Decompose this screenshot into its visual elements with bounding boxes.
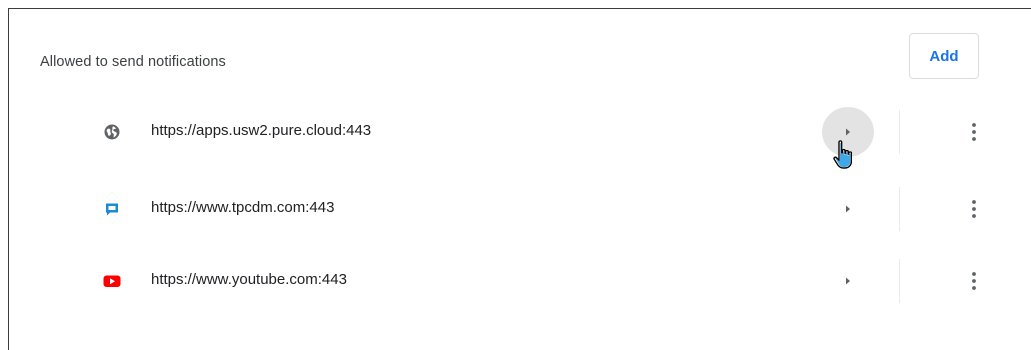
expand-site-details-button[interactable] (822, 184, 874, 234)
section-header: Allowed to send notifications Add (9, 9, 1031, 109)
more-actions-button[interactable] (956, 191, 992, 227)
more-vert-icon (972, 272, 976, 290)
row-divider (899, 259, 900, 303)
site-url[interactable]: https://www.youtube.com:443 (151, 271, 347, 288)
globe-icon (103, 123, 121, 141)
notifications-settings-panel: Allowed to send notifications Add https:… (8, 8, 1031, 350)
chevron-right-icon (846, 277, 850, 285)
more-vert-icon (972, 200, 976, 218)
expand-site-details-button[interactable] (822, 107, 874, 157)
youtube-favicon-icon (103, 272, 121, 290)
more-actions-button[interactable] (956, 263, 992, 299)
section-title: Allowed to send notifications (40, 54, 226, 70)
site-row: https://apps.usw2.pure.cloud:443 (9, 96, 1031, 168)
row-divider (899, 110, 900, 154)
site-url[interactable]: https://apps.usw2.pure.cloud:443 (151, 122, 371, 139)
more-actions-button[interactable] (956, 114, 992, 150)
tpcdm-favicon-icon (103, 200, 121, 218)
expand-site-details-button[interactable] (822, 256, 874, 306)
site-url[interactable]: https://www.tpcdm.com:443 (151, 199, 334, 216)
site-row: https://www.tpcdm.com:443 (9, 173, 1031, 245)
more-vert-icon (972, 123, 976, 141)
chevron-right-icon (846, 205, 850, 213)
site-row: https://www.youtube.com:443 (9, 245, 1031, 317)
chevron-right-icon (846, 128, 850, 136)
add-site-button[interactable]: Add (909, 33, 979, 79)
row-divider (899, 187, 900, 231)
